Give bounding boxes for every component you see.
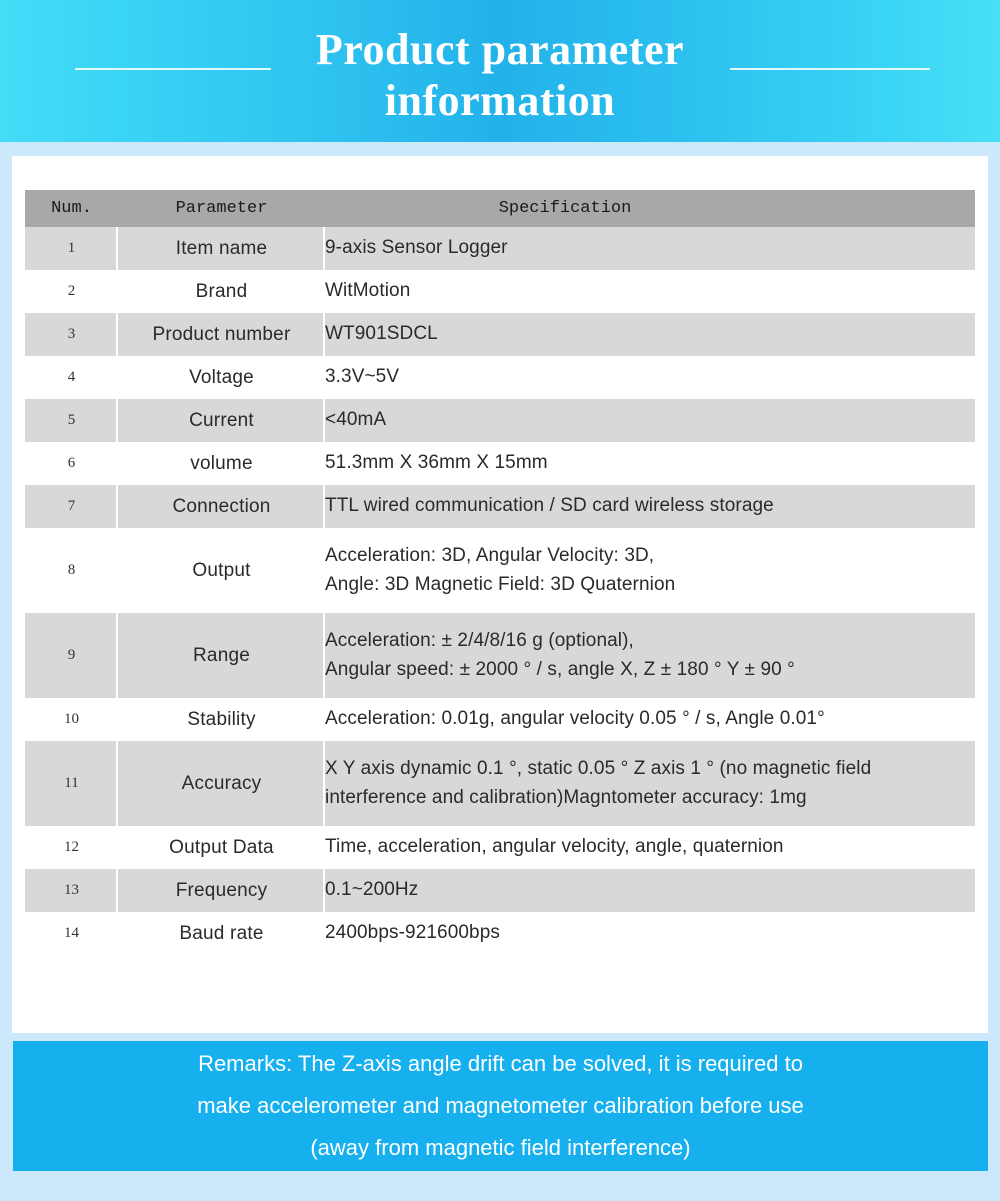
row-parameter: Frequency xyxy=(118,869,325,912)
row-parameter: Accuracy xyxy=(118,741,325,826)
row-number: 1 xyxy=(25,227,118,270)
row-specification: WitMotion xyxy=(325,270,975,313)
table-row: 14 Baud rate 2400bps-921600bps xyxy=(25,912,975,955)
column-header-specification: Specification xyxy=(325,190,975,227)
row-specification: 9-axis Sensor Logger xyxy=(325,227,975,270)
remarks-line-2: make accelerometer and magnetometer cali… xyxy=(197,1093,804,1118)
specification-line: Acceleration: ± 2/4/8/16 g (optional), xyxy=(325,629,634,651)
row-number: 6 xyxy=(25,442,118,485)
page-title: Product parameter information xyxy=(0,24,1000,126)
row-specification: Acceleration: 0.01g, angular velocity 0.… xyxy=(325,698,975,741)
row-parameter: Product number xyxy=(118,313,325,356)
row-number: 11 xyxy=(25,741,118,826)
remarks-line-1: Remarks: The Z-axis angle drift can be s… xyxy=(198,1051,803,1076)
table-row: 5 Current <40mA xyxy=(25,399,975,442)
table-row: 13 Frequency 0.1~200Hz xyxy=(25,869,975,912)
specification-table: Num. Parameter Specification 1 Item name 9… xyxy=(25,190,975,955)
spec-card: Num. Parameter Specification 1 Item name 9… xyxy=(12,156,988,1033)
row-specification: 2400bps-921600bps xyxy=(325,912,975,955)
table-row: 10 Stability Acceleration: 0.01g, angular … xyxy=(25,698,975,741)
product-parameter-page: Product parameter information Num. Param… xyxy=(0,0,1000,1201)
table-row: 1 Item name 9-axis Sensor Logger xyxy=(25,227,975,270)
row-number: 12 xyxy=(25,826,118,869)
table-row: 7 Connection TTL wired communication / SD … xyxy=(25,485,975,528)
row-number: 8 xyxy=(25,528,118,613)
specification-line: WitMotion xyxy=(325,280,411,302)
row-number: 13 xyxy=(25,869,118,912)
specification-line: Angular speed: ± 2000 ° / s, angle X, Z … xyxy=(325,658,795,680)
page-banner: Product parameter information xyxy=(0,0,1000,142)
row-parameter: Output Data xyxy=(118,826,325,869)
specification-line: WT901SDCL xyxy=(325,323,438,345)
row-parameter: Stability xyxy=(118,698,325,741)
table-header-row: Num. Parameter Specification xyxy=(25,190,975,227)
column-header-num: Num. xyxy=(25,190,118,227)
page-title-line2: information xyxy=(384,76,616,125)
row-parameter: Baud rate xyxy=(118,912,325,955)
row-parameter: Brand xyxy=(118,270,325,313)
row-parameter: Connection xyxy=(118,485,325,528)
specification-line: 3.3V~5V xyxy=(325,366,400,388)
row-number: 14 xyxy=(25,912,118,955)
row-number: 4 xyxy=(25,356,118,399)
remarks-line-3: (away from magnetic field interference) xyxy=(310,1135,691,1160)
table-body: 1 Item name 9-axis Sensor Logger 2 Brand WitM… xyxy=(25,227,975,955)
specification-line: X Y axis dynamic 0.1 °, static 0.05 ° Z … xyxy=(325,757,872,779)
specification-line: <40mA xyxy=(325,409,387,431)
row-specification: 0.1~200Hz xyxy=(325,869,975,912)
row-specification: Time, acceleration, angular velocity, an… xyxy=(325,826,975,869)
row-specification: Acceleration: ± 2/4/8/16 g (optional), An… xyxy=(325,613,975,698)
row-specification: TTL wired communication / SD card wirele… xyxy=(325,485,975,528)
row-specification: <40mA xyxy=(325,399,975,442)
row-parameter: Range xyxy=(118,613,325,698)
row-specification: 3.3V~5V xyxy=(325,356,975,399)
specification-line: 51.3mm X 36mm X 15mm xyxy=(325,452,548,474)
row-number: 7 xyxy=(25,485,118,528)
specification-line: 9-axis Sensor Logger xyxy=(325,237,508,259)
row-number: 2 xyxy=(25,270,118,313)
row-parameter: Voltage xyxy=(118,356,325,399)
specification-line: Time, acceleration, angular velocity, an… xyxy=(325,836,784,858)
table-row: 11 Accuracy X Y axis dynamic 0.1 °, static… xyxy=(25,741,975,826)
row-number: 3 xyxy=(25,313,118,356)
specification-line: 2400bps-921600bps xyxy=(325,922,500,944)
table-row: 8 Output Acceleration: 3D, Angular Velocit… xyxy=(25,528,975,613)
row-specification: Acceleration: 3D, Angular Velocity: 3D, A… xyxy=(325,528,975,613)
table-row: 6 volume 51.3mm X 36mm X 15mm xyxy=(25,442,975,485)
row-specification: X Y axis dynamic 0.1 °, static 0.05 ° Z … xyxy=(325,741,975,826)
table-row: 2 Brand WitMotion xyxy=(25,270,975,313)
row-specification: WT901SDCL xyxy=(325,313,975,356)
remarks-banner: Remarks: The Z-axis angle drift can be s… xyxy=(13,1041,988,1171)
row-parameter: Output xyxy=(118,528,325,613)
row-parameter: volume xyxy=(118,442,325,485)
specification-line: Angle: 3D Magnetic Field: 3D Quaternion xyxy=(325,573,676,595)
specification-line: TTL wired communication / SD card wirele… xyxy=(325,495,774,517)
specification-line: Acceleration: 0.01g, angular velocity 0.… xyxy=(325,708,825,730)
row-parameter: Current xyxy=(118,399,325,442)
table-row: 12 Output Data Time, acceleration, angular… xyxy=(25,826,975,869)
row-parameter: Item name xyxy=(118,227,325,270)
column-header-parameter: Parameter xyxy=(118,190,325,227)
page-title-line1: Product parameter xyxy=(315,25,685,74)
table-row: 3 Product number WT901SDCL xyxy=(25,313,975,356)
row-number: 10 xyxy=(25,698,118,741)
specification-line: Acceleration: 3D, Angular Velocity: 3D, xyxy=(325,544,655,566)
row-number: 5 xyxy=(25,399,118,442)
specification-line: interference and calibration)Magntometer… xyxy=(325,786,807,808)
row-number: 9 xyxy=(25,613,118,698)
table-row: 4 Voltage 3.3V~5V xyxy=(25,356,975,399)
table-row: 9 Range Acceleration: ± 2/4/8/16 g (option… xyxy=(25,613,975,698)
row-specification: 51.3mm X 36mm X 15mm xyxy=(325,442,975,485)
specification-line: 0.1~200Hz xyxy=(325,879,419,901)
